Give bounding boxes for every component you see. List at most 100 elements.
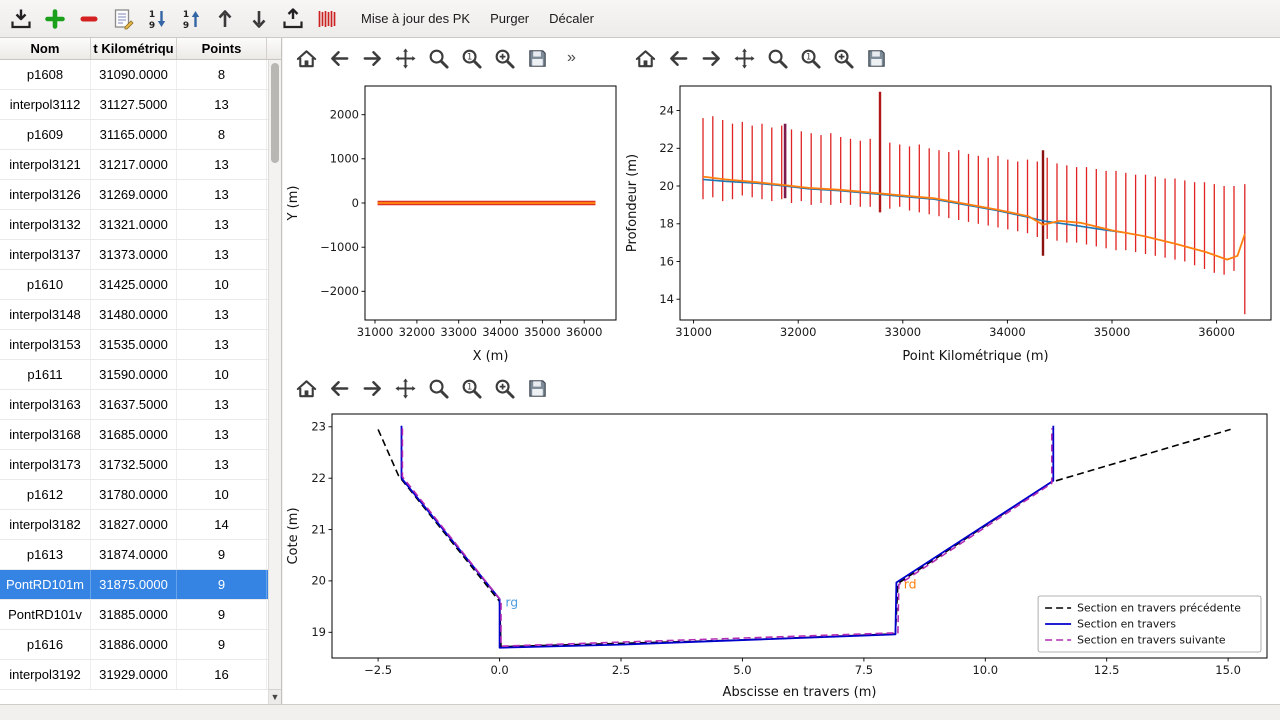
scrollbar-down-button[interactable]: ▼ (269, 689, 281, 704)
profile-home-button[interactable] (632, 45, 659, 72)
section-back-button[interactable] (326, 375, 353, 402)
zoom-plus-icon (493, 47, 516, 70)
svg-text:36000: 36000 (566, 325, 603, 339)
pan-icon (394, 377, 417, 400)
figure-plan-canvas[interactable]: 310003200033000340003500036000−2000−1000… (283, 78, 621, 368)
back-icon (328, 377, 351, 400)
profile-forward-button[interactable] (698, 45, 725, 72)
svg-text:24: 24 (659, 103, 674, 117)
row-pk: 31425.0000 (91, 270, 177, 299)
row-points: 9 (177, 600, 267, 629)
figure-section-canvas[interactable]: −2.50.02.55.07.510.012.515.01920212223rg… (283, 408, 1280, 704)
table-row[interactable]: interpol311231127.500013 (0, 90, 268, 120)
update-pk-button[interactable]: Mise à jour des PK (352, 6, 479, 31)
table-row[interactable]: PontRD101v31885.00009 (0, 600, 268, 630)
column-header-nom[interactable]: Nom (0, 38, 91, 59)
plan-save-button[interactable] (524, 45, 551, 72)
plan-forward-button[interactable] (359, 45, 386, 72)
table-row[interactable]: p161231780.000010 (0, 480, 268, 510)
svg-text:20: 20 (311, 574, 326, 588)
export-button[interactable] (278, 4, 308, 34)
svg-text:0.0: 0.0 (490, 663, 508, 677)
toolbar-overflow-indicator[interactable]: » (567, 49, 576, 67)
table-row[interactable]: p160831090.00008 (0, 60, 268, 90)
table-row[interactable]: interpol317331732.500013 (0, 450, 268, 480)
row-points: 9 (177, 570, 267, 599)
sort-ascending-button[interactable]: 19 (176, 4, 206, 34)
edit-section-button[interactable] (108, 4, 138, 34)
plan-zoom-one-button[interactable]: 1 (458, 45, 485, 72)
row-points: 13 (177, 420, 267, 449)
profile-plot-toolbar: 1 (632, 38, 890, 78)
add-section-button[interactable] (40, 4, 70, 34)
zoom-rect-icon (427, 47, 450, 70)
section-zoom-one-button[interactable]: 1 (458, 375, 485, 402)
figure-profile-canvas[interactable]: 3100032000330003400035000360001416182022… (622, 78, 1280, 368)
column-header-points[interactable]: Points (177, 38, 267, 59)
table-row[interactable]: interpol318231827.000014 (0, 510, 268, 540)
profile-zoom-plus-button[interactable] (830, 45, 857, 72)
shift-button[interactable]: Décaler (540, 6, 603, 31)
table-row[interactable]: p161331874.00009 (0, 540, 268, 570)
table-scrollbar-thumb[interactable] (271, 63, 279, 163)
table-row[interactable]: p161131590.000010 (0, 360, 268, 390)
section-pan-button[interactable] (392, 375, 419, 402)
row-name: PontRD101m (0, 570, 91, 599)
table-row[interactable]: p161031425.000010 (0, 270, 268, 300)
table-row[interactable]: interpol319231929.000016 (0, 660, 268, 690)
sections-button[interactable] (312, 4, 342, 34)
remove-section-button[interactable] (74, 4, 104, 34)
table-row[interactable]: interpol316331637.500013 (0, 390, 268, 420)
table-row[interactable]: interpol315331535.000013 (0, 330, 268, 360)
row-pk: 31480.0000 (91, 300, 177, 329)
table-header: Nom t Kilométriqu Points (0, 38, 281, 60)
section-forward-button[interactable] (359, 375, 386, 402)
profile-back-button[interactable] (665, 45, 692, 72)
svg-text:35000: 35000 (1094, 325, 1131, 339)
row-points: 10 (177, 270, 267, 299)
section-zoom-rect-button[interactable] (425, 375, 452, 402)
profile-zoom-one-button[interactable]: 1 (797, 45, 824, 72)
plan-back-button[interactable] (326, 45, 353, 72)
move-up-button[interactable] (210, 4, 240, 34)
zoom-one-icon: 1 (460, 47, 483, 70)
purge-button[interactable]: Purger (481, 6, 538, 31)
row-name: interpol3112 (0, 90, 91, 119)
move-down-button[interactable] (244, 4, 274, 34)
svg-text:31000: 31000 (675, 325, 712, 339)
table-row[interactable]: interpol312131217.000013 (0, 150, 268, 180)
svg-text:32000: 32000 (399, 325, 436, 339)
row-pk: 31127.5000 (91, 90, 177, 119)
profile-zoom-rect-button[interactable] (764, 45, 791, 72)
section-zoom-plus-button[interactable] (491, 375, 518, 402)
svg-text:Section en travers suivante: Section en travers suivante (1077, 634, 1226, 647)
row-pk: 31885.0000 (91, 600, 177, 629)
plan-zoom-rect-button[interactable] (425, 45, 452, 72)
svg-text:36000: 36000 (1198, 325, 1235, 339)
row-pk: 31874.0000 (91, 540, 177, 569)
profile-pan-button[interactable] (731, 45, 758, 72)
table-row[interactable]: interpol313231321.000013 (0, 210, 268, 240)
row-pk: 31321.0000 (91, 210, 177, 239)
svg-text:7.5: 7.5 (855, 663, 873, 677)
plan-home-button[interactable] (293, 45, 320, 72)
row-name: interpol3153 (0, 330, 91, 359)
import-button[interactable] (6, 4, 36, 34)
row-points: 9 (177, 540, 267, 569)
table-row[interactable]: interpol314831480.000013 (0, 300, 268, 330)
table-scrollbar[interactable]: ▼ (268, 60, 281, 704)
sort-descending-button[interactable]: 19 (142, 4, 172, 34)
profile-toolbar-icons: 1 (632, 45, 890, 72)
table-row[interactable]: interpol313731373.000013 (0, 240, 268, 270)
table-row[interactable]: interpol316831685.000013 (0, 420, 268, 450)
table-row[interactable]: interpol312631269.000013 (0, 180, 268, 210)
profile-save-button[interactable] (863, 45, 890, 72)
table-row[interactable]: PontRD101m31875.00009 (0, 570, 268, 600)
plan-zoom-plus-button[interactable] (491, 45, 518, 72)
plan-pan-button[interactable] (392, 45, 419, 72)
section-home-button[interactable] (293, 375, 320, 402)
section-save-button[interactable] (524, 375, 551, 402)
table-row[interactable]: p161631886.00009 (0, 630, 268, 660)
table-row[interactable]: p160931165.00008 (0, 120, 268, 150)
column-header-pk[interactable]: t Kilométriqu (91, 38, 177, 59)
